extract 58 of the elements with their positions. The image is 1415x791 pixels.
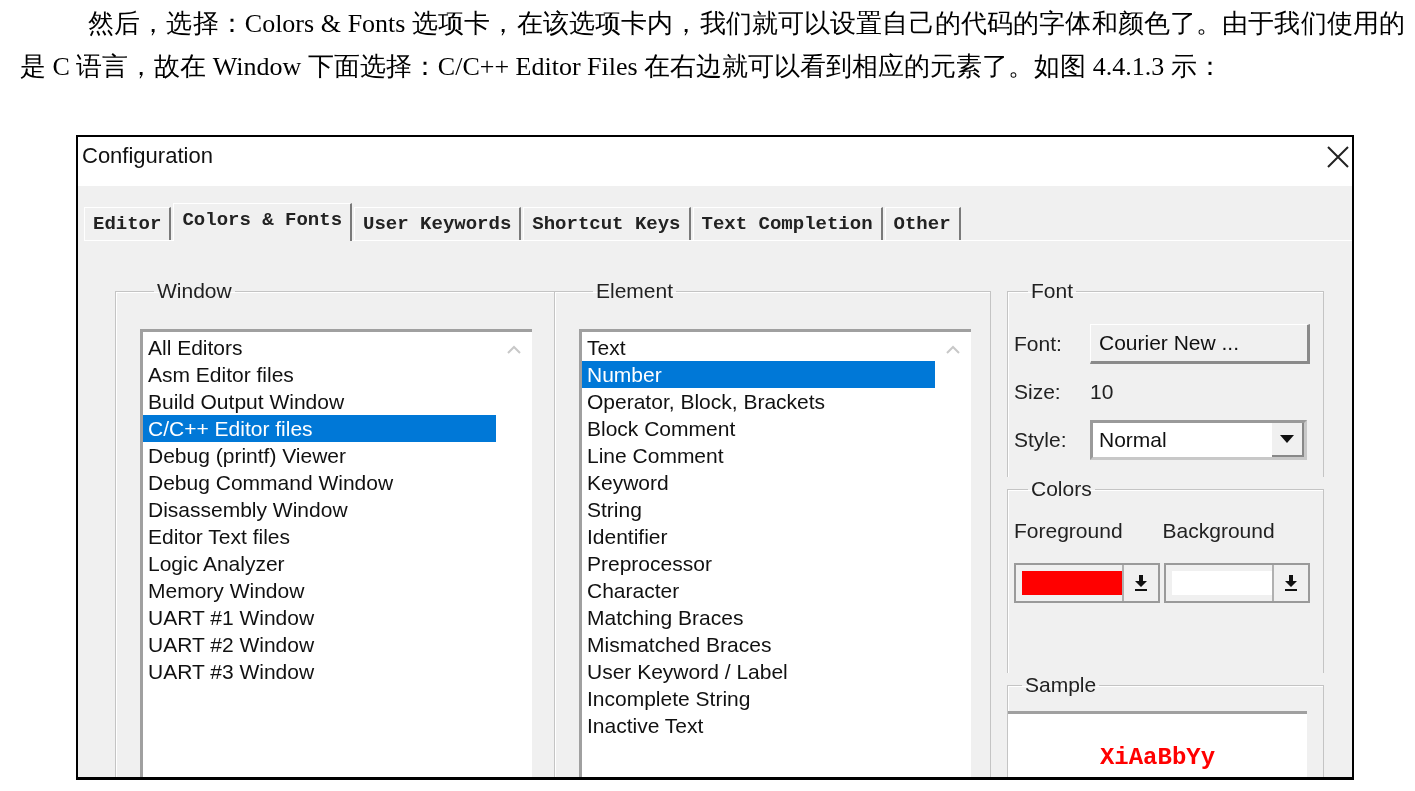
font-button[interactable]: Courier New ... [1090,324,1310,364]
list-item[interactable]: Line Comment [582,442,935,469]
group-label: Sample [1024,673,1098,697]
down-arrow-icon [1134,575,1148,591]
group-label: Window [156,279,233,303]
sample-text: XiAaBbYy [1099,744,1216,773]
list-item[interactable]: Matching Braces [582,604,935,631]
list-item[interactable]: User Keyword / Label [582,658,935,685]
size-value: 10 [1090,380,1114,404]
style-label: Style: [1014,428,1068,452]
list-item[interactable]: C/C++ Editor files [143,415,496,442]
list-item[interactable]: All Editors [143,334,496,361]
group-label: Colors [1030,477,1093,501]
list-item[interactable]: Asm Editor files [143,361,496,388]
background-color-picker[interactable] [1164,563,1310,603]
window-title: Configuration [82,142,213,169]
down-arrow-icon [1284,575,1298,591]
tab[interactable]: Editor [84,207,172,240]
tab[interactable]: Colors & Fonts [173,203,353,241]
list-item[interactable]: Editor Text files [143,523,496,550]
list-item[interactable]: UART #1 Window [143,604,496,631]
font-label: Font: [1014,332,1063,356]
list-item[interactable]: String [582,496,935,523]
window-list[interactable] [140,329,532,777]
tab[interactable]: Other [884,207,961,240]
background-label: Background [1162,519,1275,543]
group-label: Element [595,279,675,303]
dropdown-arrow-icon [1280,435,1294,443]
list-item[interactable]: Character [582,577,935,604]
group-label: Font [1030,279,1075,303]
tab[interactable]: User Keywords [354,207,522,240]
list-item[interactable]: Mismatched Braces [582,631,935,658]
foreground-label: Foreground [1014,519,1123,543]
foreground-color-picker[interactable] [1014,563,1160,603]
list-item[interactable]: Memory Window [143,577,496,604]
element-list[interactable]: Text Number Operator, Block, Brackets Block Comment Line Comment Keyword String Identifier Preprocessor Character Matching Braces Mismatched Braces User Keyword / Label Incomplete String Inactive Text [579,329,971,777]
size-label: Size: [1014,380,1062,404]
body-paragraph: 然后，选择：Colors & Fonts 选项卡，在该选项卡内，我们就可以设置自己的代码的字体和颜色了。由于我们使用的是 C 语言，故在 Window 下面选择：C/C++ Editor Files 在右边就可以看到相应的元素了。如图 4.4.1.3 示： [19,8,1406,83]
list-item[interactable]: Text [582,334,935,361]
list-item[interactable]: Debug (printf) Viewer [143,442,496,469]
tab[interactable]: Text Completion [692,207,883,240]
tab[interactable]: Shortcut Keys [523,207,691,240]
list-item[interactable]: Inactive Text [582,712,935,739]
list-item[interactable]: Incomplete String [582,685,935,712]
list-item[interactable]: Block Comment [582,415,935,442]
list-item[interactable]: UART #3 Window [143,658,496,685]
list-item[interactable]: Build Output Window [143,388,496,415]
list-item[interactable]: Operator, Block, Brackets [582,388,935,415]
list-item[interactable]: Identifier [582,523,935,550]
list-item[interactable]: Number [582,361,935,388]
list-item[interactable]: Keyword [582,469,935,496]
list-item[interactable]: Debug Command Window [143,469,496,496]
list-item[interactable]: Logic Analyzer [143,550,496,577]
close-icon[interactable] [1326,144,1350,169]
list-item[interactable]: Preprocessor [582,550,935,577]
list-item[interactable]: UART #2 Window [143,631,496,658]
style-dropdown[interactable]: Normal [1090,420,1307,460]
list-item[interactable]: Disassembly Window [143,496,496,523]
